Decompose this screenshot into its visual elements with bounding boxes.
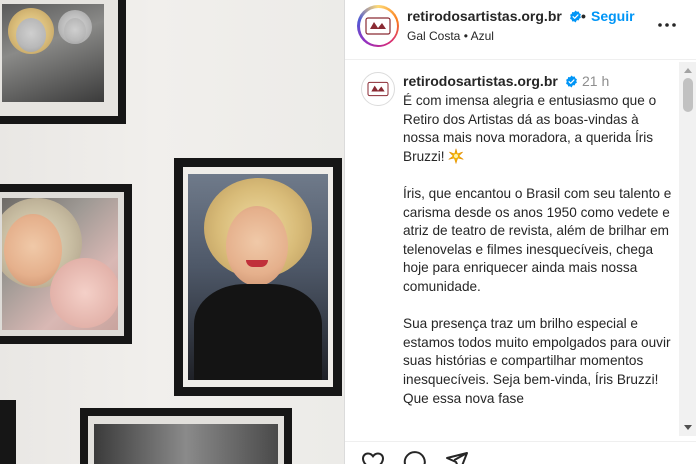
- scroll-down-arrow-icon[interactable]: [684, 425, 692, 430]
- sparkle-emoji-icon: [448, 148, 464, 164]
- more-options-icon[interactable]: [655, 13, 679, 37]
- caption-text: É com imensa alegria e entusiasmo que o …: [403, 92, 675, 427]
- scrollbar-thumb[interactable]: [683, 78, 693, 112]
- caption-area: retirodosartistas.org.br 21 h É com imen…: [345, 61, 696, 441]
- post-photo[interactable]: [0, 0, 344, 464]
- framed-photo-bottom: [80, 408, 292, 464]
- header-username-link[interactable]: retirodosartistas.org.br: [407, 8, 582, 24]
- caption-paragraph: Sua presença traz um brilho especial e e…: [403, 316, 671, 406]
- header-separator: •: [581, 8, 586, 24]
- verified-badge-icon: [569, 10, 581, 23]
- verified-badge-icon: [565, 75, 577, 88]
- framed-photo-top: [0, 0, 126, 124]
- share-icon[interactable]: [445, 450, 469, 464]
- heart-icon[interactable]: [361, 450, 385, 464]
- header-username-text: retirodosartistas.org.br: [407, 8, 562, 24]
- caption-avatar[interactable]: [361, 72, 395, 106]
- post-header: retirodosartistas.org.br • Seguir Gal Co…: [345, 0, 696, 60]
- caption-paragraph: Íris, que encantou o Brasil com seu tale…: [403, 185, 672, 294]
- caption-timestamp[interactable]: 21 h: [582, 73, 609, 89]
- post-details-panel: retirodosartistas.org.br • Seguir Gal Co…: [344, 0, 696, 464]
- comment-icon[interactable]: [403, 450, 427, 464]
- retiro-logo-icon: [367, 81, 389, 97]
- profile-avatar[interactable]: [357, 5, 399, 47]
- post-audio-info[interactable]: Gal Costa • Azul: [407, 29, 494, 43]
- follow-button[interactable]: Seguir: [591, 8, 635, 24]
- framed-photo-main: [174, 158, 342, 396]
- caption-paragraph: É com imensa alegria e entusiasmo que o …: [403, 93, 657, 164]
- caption-scrollbar[interactable]: [679, 62, 696, 436]
- retiro-logo-icon: [365, 17, 391, 35]
- caption-username-link[interactable]: retirodosartistas.org.br: [403, 73, 578, 89]
- caption-username-text: retirodosartistas.org.br: [403, 73, 558, 89]
- framed-photo-left: [0, 184, 132, 344]
- framed-photo-corner: [0, 400, 16, 464]
- scroll-up-arrow-icon[interactable]: [684, 68, 692, 73]
- post-action-bar: [345, 441, 696, 464]
